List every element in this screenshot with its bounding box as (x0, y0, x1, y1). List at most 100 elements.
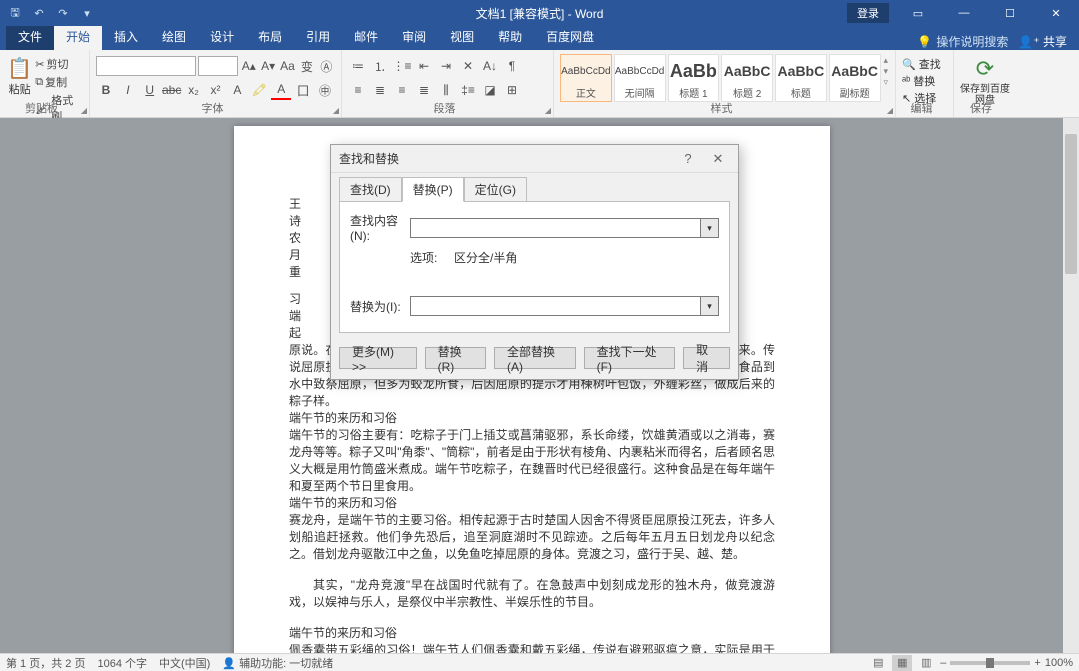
tab-review[interactable]: 审阅 (390, 24, 438, 50)
tab-design[interactable]: 设计 (198, 24, 246, 50)
italic-button[interactable]: I (118, 80, 138, 100)
tab-baidu[interactable]: 百度网盘 (534, 24, 606, 50)
bullets-icon[interactable]: ≔ (348, 56, 368, 76)
zoom-slider[interactable] (950, 661, 1030, 665)
asian-layout-icon[interactable]: ✕ (458, 56, 478, 76)
qat-more-icon[interactable]: ▾ (76, 2, 98, 24)
more-button[interactable]: 更多(M) >> (339, 347, 417, 369)
replace-dropdown-icon[interactable]: ▾ (701, 296, 719, 316)
font-color-icon[interactable]: A (271, 80, 291, 100)
copy-button[interactable]: ⧉复制 (35, 74, 83, 90)
styles-gallery-more[interactable]: ▴▾▿ (883, 54, 890, 89)
tab-insert[interactable]: 插入 (102, 24, 150, 50)
styles-dialog-launcher[interactable]: ◢ (887, 106, 893, 115)
strikethrough-button[interactable]: abc (162, 80, 182, 100)
highlight-icon[interactable]: 🖍 (249, 80, 269, 100)
status-page[interactable]: 第 1 页，共 2 页 (6, 655, 85, 671)
style-heading2[interactable]: AaBbC标题 2 (721, 54, 773, 102)
view-read-icon[interactable]: ▤ (868, 655, 888, 671)
dialog-tab-goto[interactable]: 定位(G) (464, 177, 527, 202)
paragraph-dialog-launcher[interactable]: ◢ (545, 106, 551, 115)
replace-one-button[interactable]: 替换(R) (425, 347, 486, 369)
font-name-combo[interactable] (96, 56, 196, 76)
sort-icon[interactable]: A↓ (480, 56, 500, 76)
line-spacing-icon[interactable]: ‡≡ (458, 80, 478, 100)
dialog-titlebar[interactable]: 查找和替换 ? ✕ (331, 145, 738, 173)
increase-indent-icon[interactable]: ⇥ (436, 56, 456, 76)
login-button[interactable]: 登录 (847, 3, 889, 23)
tab-references[interactable]: 引用 (294, 24, 342, 50)
dialog-help-icon[interactable]: ? (676, 151, 700, 167)
view-print-icon[interactable]: ▦ (892, 655, 912, 671)
char-border-icon[interactable]: 囗 (293, 80, 313, 100)
align-left-icon[interactable]: ≡ (348, 80, 368, 100)
replace-all-button[interactable]: 全部替换(A) (494, 347, 576, 369)
decrease-indent-icon[interactable]: ⇤ (414, 56, 434, 76)
status-accessibility[interactable]: 👤 辅助功能: 一切就绪 (222, 655, 333, 671)
bold-button[interactable]: B (96, 80, 116, 100)
zoom-thumb[interactable] (986, 658, 994, 668)
tab-mailings[interactable]: 邮件 (342, 24, 390, 50)
shrink-font-icon[interactable]: A▾ (259, 56, 276, 76)
superscript-button[interactable]: x² (206, 80, 226, 100)
text-effects-icon[interactable]: A (227, 80, 247, 100)
replace-with-input[interactable] (410, 296, 701, 316)
tab-help[interactable]: 帮助 (486, 24, 534, 50)
multilevel-icon[interactable]: ⋮≡ (392, 56, 412, 76)
enclosed-char-icon[interactable]: ㊥ (315, 80, 335, 100)
close-icon[interactable]: ✕ (1033, 0, 1079, 26)
find-next-button[interactable]: 查找下一处(F) (584, 347, 676, 369)
style-no-spacing[interactable]: AaBbCcDd无间隔 (614, 54, 666, 102)
zoom-level[interactable]: 100% (1045, 657, 1073, 669)
change-case-icon[interactable]: Aa (279, 56, 296, 76)
style-normal[interactable]: AaBbCcDd正文 (560, 54, 612, 102)
status-language[interactable]: 中文(中国) (159, 655, 210, 671)
style-subtitle[interactable]: AaBbC副标题 (829, 54, 881, 102)
tab-home[interactable]: 开始 (54, 24, 102, 50)
clipboard-dialog-launcher[interactable]: ◢ (81, 106, 87, 115)
zoom-out-icon[interactable]: – (940, 657, 946, 669)
font-dialog-launcher[interactable]: ◢ (333, 106, 339, 115)
find-dropdown-icon[interactable]: ▾ (701, 218, 719, 238)
borders-icon[interactable]: ⊞ (502, 80, 522, 100)
redo-icon[interactable]: ↷ (52, 2, 74, 24)
undo-icon[interactable]: ↶ (28, 2, 50, 24)
vertical-scrollbar[interactable] (1063, 118, 1079, 653)
underline-button[interactable]: U (140, 80, 160, 100)
numbering-icon[interactable]: ⒈ (370, 56, 390, 76)
dialog-close-icon[interactable]: ✕ (706, 151, 730, 167)
find-button[interactable]: 🔍查找 (902, 56, 947, 72)
save-to-baidu-button[interactable]: ⟳ 保存到百度网盘 (960, 52, 1010, 106)
find-what-input[interactable] (410, 218, 701, 238)
show-marks-icon[interactable]: ¶ (502, 56, 522, 76)
justify-icon[interactable]: ≣ (414, 80, 434, 100)
tell-me-search[interactable]: 💡 操作说明搜索 (917, 33, 1008, 50)
align-right-icon[interactable]: ≡ (392, 80, 412, 100)
cut-button[interactable]: ✂剪切 (35, 56, 83, 72)
save-icon[interactable]: 🖫 (4, 2, 26, 24)
tab-view[interactable]: 视图 (438, 24, 486, 50)
dialog-tab-replace[interactable]: 替换(P) (402, 177, 464, 202)
shading-icon[interactable]: ◪ (480, 80, 500, 100)
cancel-button[interactable]: 取消 (683, 347, 730, 369)
tab-layout[interactable]: 布局 (246, 24, 294, 50)
align-center-icon[interactable]: ≣ (370, 80, 390, 100)
view-web-icon[interactable]: ▥ (916, 655, 936, 671)
style-heading1[interactable]: AaBb标题 1 (668, 54, 720, 102)
scroll-thumb[interactable] (1065, 134, 1077, 274)
zoom-in-icon[interactable]: + (1034, 657, 1040, 669)
ribbon-display-icon[interactable]: ▭ (895, 0, 941, 26)
font-size-combo[interactable] (198, 56, 238, 76)
maximize-icon[interactable]: ☐ (987, 0, 1033, 26)
distributed-icon[interactable]: ⫼ (436, 80, 456, 100)
grow-font-icon[interactable]: A▴ (240, 56, 257, 76)
status-words[interactable]: 1064 个字 (97, 655, 147, 671)
replace-button[interactable]: ᵃᵇ替换 (902, 73, 947, 89)
tab-file[interactable]: 文件 (6, 24, 54, 50)
subscript-button[interactable]: x₂ (184, 80, 204, 100)
style-title[interactable]: AaBbC标题 (775, 54, 827, 102)
minimize-icon[interactable]: — (941, 0, 987, 26)
tab-draw[interactable]: 绘图 (150, 24, 198, 50)
phonetic-icon[interactable]: 变 (298, 56, 315, 76)
clear-format-icon[interactable]: Ⓐ (318, 56, 335, 76)
